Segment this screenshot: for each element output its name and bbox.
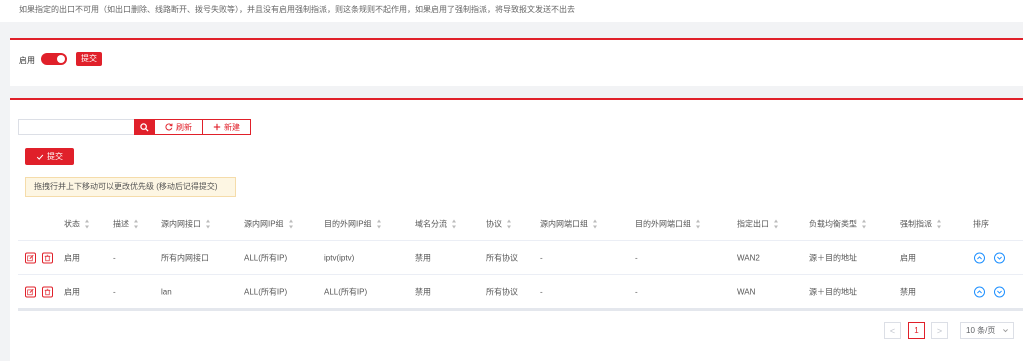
header-description[interactable]: 描述 <box>113 219 139 230</box>
header-dest-ip-group[interactable]: 目的外网IP组 <box>324 219 382 230</box>
pagination-next-button[interactable]: > <box>931 322 948 339</box>
pagination-page-1[interactable]: 1 <box>908 322 925 339</box>
search-button[interactable] <box>134 119 154 135</box>
refresh-button[interactable]: 刷新 <box>154 119 203 135</box>
header-dest-port-group[interactable]: 目的外网端口组 <box>635 219 701 230</box>
table-row[interactable]: 启用 - lan ALL(所有IP) ALL(所有IP) 禁用 所有协议 - -… <box>18 275 1023 311</box>
header-domain-split[interactable]: 域名分流 <box>415 219 457 230</box>
sort-icon[interactable] <box>696 219 701 229</box>
header-outlet[interactable]: 指定出口 <box>737 219 779 230</box>
sort-icon[interactable] <box>862 219 867 229</box>
page-size-select[interactable]: 10 条/页 <box>960 322 1014 339</box>
sort-icon[interactable] <box>452 219 457 229</box>
sort-icon[interactable] <box>206 219 211 229</box>
move-down-button[interactable] <box>994 286 1005 297</box>
new-label: 新建 <box>224 122 240 132</box>
delete-button[interactable] <box>42 252 53 263</box>
cell-domain-split: 禁用 <box>415 287 431 296</box>
cell-source-ip-group: ALL(所有IP) <box>244 253 288 262</box>
cell-protocol: 所有协议 <box>486 287 518 296</box>
move-down-button[interactable] <box>994 252 1005 263</box>
header-status[interactable]: 状态 <box>64 219 90 230</box>
edit-icon <box>27 254 34 261</box>
plus-icon <box>213 123 221 131</box>
enable-label: 启用 <box>19 56 35 65</box>
trash-icon <box>44 288 51 295</box>
new-button[interactable]: 新建 <box>202 119 251 135</box>
page-size-value: 10 条/页 <box>966 326 996 335</box>
pagination-prev-button[interactable]: < <box>884 322 901 339</box>
header-force-assign[interactable]: 强制指派 <box>900 219 942 230</box>
chevron-up-icon <box>977 289 982 293</box>
move-up-button[interactable] <box>974 286 985 297</box>
cell-dest-ip-group: iptv(iptv) <box>324 253 355 262</box>
chevron-down-icon <box>1003 329 1008 333</box>
cell-status: 启用 <box>64 287 80 296</box>
header-source-ip-group[interactable]: 源内网IP组 <box>244 219 294 230</box>
header-source-interface[interactable]: 源内网接口 <box>161 219 211 230</box>
sort-icon[interactable] <box>774 219 779 229</box>
chevron-up-icon <box>977 255 982 259</box>
move-up-button[interactable] <box>974 252 985 263</box>
cell-source-interface: lan <box>161 287 172 296</box>
cell-force-assign: 禁用 <box>900 287 916 296</box>
drag-tip: 拖拽行并上下移动可以更改优先级 (移动后记得提交) <box>25 177 236 197</box>
trash-icon <box>44 254 51 261</box>
notice-text: 如果指定的出口不可用（如出口删除、线路断开、拨号失败等），并且没有启用强制指派，… <box>19 5 575 14</box>
cell-dest-port-group: - <box>635 253 638 262</box>
cell-outlet: WAN2 <box>737 253 760 262</box>
sort-icon[interactable] <box>134 219 139 229</box>
refresh-icon <box>165 123 173 131</box>
cell-source-ip-group: ALL(所有IP) <box>244 287 288 296</box>
header-source-port-group[interactable]: 源内网端口组 <box>540 219 598 230</box>
enable-toggle[interactable] <box>41 53 67 65</box>
cell-lb-type: 源＋目的地址 <box>809 253 857 262</box>
chevron-down-icon <box>997 290 1002 294</box>
chevron-down-icon <box>997 256 1002 260</box>
sort-icon[interactable] <box>376 219 382 229</box>
toggle-knob <box>57 55 65 63</box>
cell-protocol: 所有协议 <box>486 253 518 262</box>
delete-button[interactable] <box>42 286 53 297</box>
sort-icon[interactable] <box>288 219 294 229</box>
cell-lb-type: 源＋目的地址 <box>809 287 857 296</box>
table-header: 状态 描述 源内网接口 源内网IP组 目的外网IP组 域名分流 协议 源内网端口… <box>18 208 1023 241</box>
submit-button[interactable]: 提交 <box>25 148 74 165</box>
cell-force-assign: 启用 <box>900 253 916 262</box>
edit-button[interactable] <box>25 252 36 263</box>
sort-icon[interactable] <box>85 219 90 229</box>
cell-outlet: WAN <box>737 287 756 296</box>
cell-source-port-group: - <box>540 287 543 296</box>
edit-button[interactable] <box>25 286 36 297</box>
cell-dest-ip-group: ALL(所有IP) <box>324 287 368 296</box>
enable-panel: 启用 提交 <box>10 38 1023 86</box>
search-icon <box>139 122 149 132</box>
cell-status: 启用 <box>64 253 80 262</box>
header-order: 排序 <box>973 219 989 229</box>
sort-icon[interactable] <box>937 219 942 229</box>
submit-label: 提交 <box>47 152 63 161</box>
cell-description: - <box>113 287 116 296</box>
rules-panel: 刷新 新建 提交 拖拽行并上下移动可以更改优先级 (移动后记得提交) 状态 描述… <box>10 98 1023 361</box>
cell-domain-split: 禁用 <box>415 253 431 262</box>
enable-submit-button[interactable]: 提交 <box>76 52 102 66</box>
cell-source-port-group: - <box>540 253 543 262</box>
table-row[interactable]: 启用 - 所有内网接口 ALL(所有IP) iptv(iptv) 禁用 所有协议… <box>18 241 1023 275</box>
sort-icon[interactable] <box>593 219 598 229</box>
refresh-label: 刷新 <box>176 122 192 132</box>
sort-icon[interactable] <box>507 219 512 229</box>
cell-source-interface: 所有内网接口 <box>161 253 209 262</box>
check-icon <box>36 154 44 160</box>
header-lb-type[interactable]: 负载均衡类型 <box>809 219 867 230</box>
cell-description: - <box>113 253 116 262</box>
search-input[interactable] <box>18 119 134 135</box>
cell-dest-port-group: - <box>635 287 638 296</box>
rules-table: 状态 描述 源内网接口 源内网IP组 目的外网IP组 域名分流 协议 源内网端口… <box>18 208 1023 311</box>
edit-icon <box>27 288 34 295</box>
header-protocol[interactable]: 协议 <box>486 219 512 230</box>
notice-bar: 如果指定的出口不可用（如出口删除、线路断开、拨号失败等），并且没有启用强制指派，… <box>0 0 1023 22</box>
